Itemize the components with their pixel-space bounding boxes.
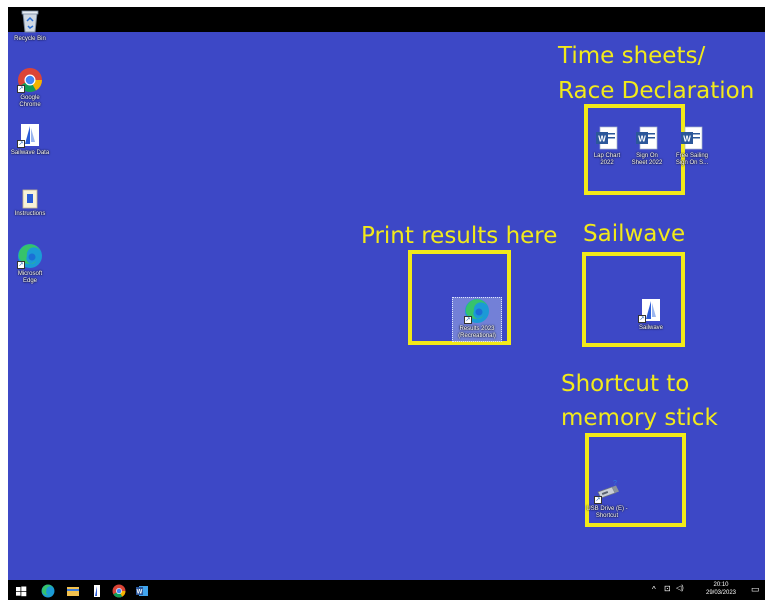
svg-text:?: ? — [613, 480, 617, 487]
sign-on-sheet-label: Sign On Sheet 2022 — [631, 153, 663, 166]
svg-text:W: W — [598, 135, 606, 144]
shortcut-arrow-icon: ↗ — [17, 85, 25, 93]
file-sign-on-sheet[interactable]: W Sign On Sheet 2022 — [629, 125, 665, 167]
desktop-icon-instructions[interactable]: Instructions — [8, 189, 52, 218]
lap-chart-label: Lap Chart 2022 — [593, 153, 621, 166]
document-icon — [20, 189, 40, 209]
taskbar-file-explorer-button[interactable] — [66, 583, 80, 597]
taskbar: W ^ ⊡ ◁) 20:10 29/03/2023 ▭ — [8, 580, 765, 600]
annotation-memory-stick: memory stick — [561, 405, 718, 431]
folder-icon — [67, 587, 79, 596]
shortcut-arrow-icon: ↗ — [464, 316, 472, 324]
free-sailing-label: Free Sailing Sign On S... — [675, 153, 709, 166]
shortcut-arrow-icon: ↗ — [17, 140, 25, 148]
results-2023-label: Results 2023 (Recreational) — [458, 326, 496, 339]
usb-drive-label: USB Drive (E) - Shortcut — [586, 506, 628, 519]
annotation-time-sheets: Time sheets/ — [558, 43, 706, 69]
sailwave-icon: ↗ — [638, 297, 664, 323]
shortcut-arrow-icon: ↗ — [17, 261, 25, 269]
sailwave-label: Sailwave — [638, 325, 663, 331]
tray-chevron-icon[interactable]: ^ — [652, 585, 656, 594]
desktop: Recycle Bin ↗ Google Chrome ↗ Sailwave D… — [8, 7, 765, 600]
recycle-bin-label: Recycle Bin — [14, 36, 46, 42]
taskbar-chrome-button[interactable] — [112, 583, 126, 598]
chrome-label: Google Chrome — [19, 95, 41, 108]
clock-time[interactable]: 20:10 — [701, 582, 741, 588]
taskbar-word-button[interactable]: W — [135, 583, 149, 597]
top-black-bar — [8, 7, 765, 32]
notification-icon[interactable]: ▭ — [751, 584, 760, 595]
desktop-icon-recycle-bin[interactable]: Recycle Bin — [8, 8, 52, 43]
volume-icon[interactable]: ◁) — [676, 584, 684, 592]
usb-drive-icon: ? ↗ — [594, 478, 620, 504]
instructions-label: Instructions — [14, 211, 46, 217]
annotation-sailwave: Sailwave — [583, 221, 686, 247]
desktop-icon-microsoft-edge[interactable]: ↗ Microsoft Edge — [10, 243, 50, 285]
taskbar-edge-button[interactable] — [41, 583, 55, 598]
annotation-shortcut-to: Shortcut to — [561, 371, 690, 397]
word-document-icon: W — [634, 125, 660, 151]
svg-text:W: W — [683, 135, 691, 144]
edge-icon: ↗ — [17, 243, 43, 269]
chrome-icon — [112, 584, 126, 598]
annotation-race-declaration: Race Declaration — [558, 78, 755, 104]
svg-text:W: W — [137, 590, 143, 596]
desktop-icon-google-chrome[interactable]: ↗ Google Chrome — [10, 67, 50, 109]
sailwave-data-icon: ↗ — [17, 122, 43, 148]
edge-icon: ↗ — [464, 298, 490, 324]
taskbar-sailwave-button[interactable] — [90, 583, 104, 597]
file-lap-chart[interactable]: W Lap Chart 2022 — [590, 125, 624, 167]
shortcut-arrow-icon: ↗ — [594, 496, 602, 504]
sailwave-icon — [94, 585, 100, 597]
chrome-icon: ↗ — [17, 67, 43, 93]
desktop-icon-sailwave-data[interactable]: ↗ Sailwave Data — [10, 122, 50, 157]
edge-label: Microsoft Edge — [17, 271, 43, 284]
recycle-bin-icon — [17, 8, 43, 34]
windows-icon — [16, 586, 27, 597]
file-usb-drive-shortcut[interactable]: ? ↗ USB Drive (E) - Shortcut — [586, 478, 628, 520]
word-document-icon: W — [679, 125, 705, 151]
shortcut-arrow-icon: ↗ — [638, 315, 646, 323]
file-sailwave[interactable]: ↗ Sailwave — [633, 297, 669, 332]
word-icon: W — [136, 586, 148, 596]
network-icon[interactable]: ⊡ — [664, 584, 671, 593]
file-free-sailing[interactable]: W Free Sailing Sign On S... — [672, 125, 712, 167]
svg-text:W: W — [638, 135, 646, 144]
annotation-print-results: Print results here — [361, 223, 558, 249]
file-results-2023[interactable]: ↗ Results 2023 (Recreational) — [452, 297, 502, 342]
clock-date[interactable]: 29/03/2023 — [696, 590, 746, 596]
sailwave-data-label: Sailwave Data — [10, 150, 50, 156]
word-document-icon: W — [594, 125, 620, 151]
start-button[interactable] — [14, 583, 28, 597]
edge-icon — [41, 584, 55, 598]
